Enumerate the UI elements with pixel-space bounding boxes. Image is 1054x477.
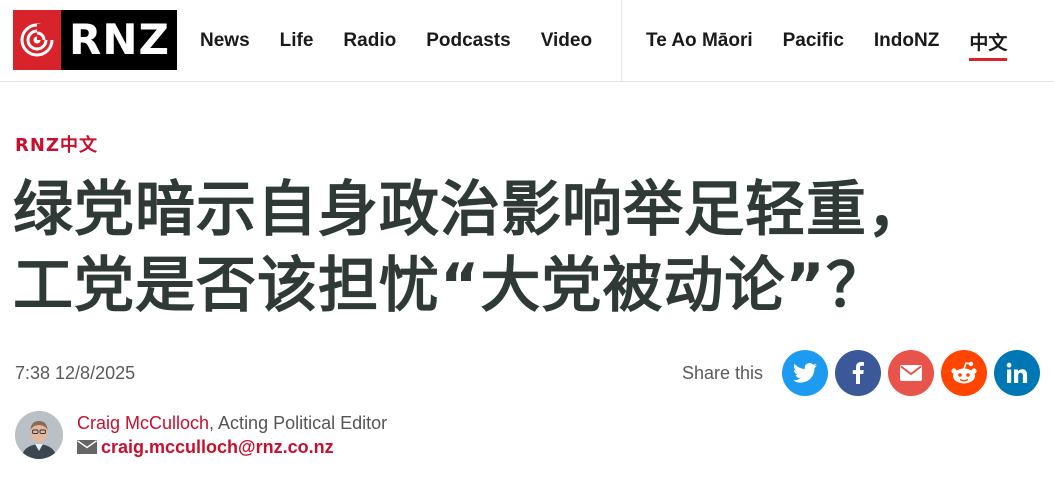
author-info: Craig McCulloch, Acting Political Editor… bbox=[77, 411, 387, 459]
nav-item-radio[interactable]: Radio bbox=[343, 30, 396, 52]
nav-item-podcasts[interactable]: Podcasts bbox=[426, 30, 510, 52]
author-email-link[interactable]: craig.mcculloch@rnz.co.nz bbox=[101, 435, 334, 459]
logo-text: RNZ bbox=[69, 15, 170, 64]
author-role: , Acting Political Editor bbox=[209, 413, 388, 433]
author-avatar bbox=[15, 411, 63, 459]
nav-divider bbox=[621, 0, 622, 82]
share-label: Share this bbox=[681, 362, 763, 383]
article-headline: 绿党暗示自身政治影响举足轻重， 工党是否该担忧“大党被动论”？ bbox=[13, 172, 1033, 324]
nav-item-te-ao-maori[interactable]: Te Ao Māori bbox=[646, 30, 753, 52]
author-email-row: craig.mcculloch@rnz.co.nz bbox=[77, 435, 387, 459]
rnz-logo[interactable]: RNZ bbox=[13, 10, 177, 70]
nav-item-indonz[interactable]: IndoNZ bbox=[874, 30, 939, 52]
share-linkedin-button[interactable] bbox=[994, 350, 1040, 396]
headline-line-2: 工党是否该担忧“大党被动论”？ bbox=[13, 251, 887, 321]
share-bar: Share this bbox=[682, 350, 1040, 396]
nav-item-chinese[interactable]: 中文 bbox=[969, 28, 1008, 61]
reddit-icon bbox=[951, 361, 977, 384]
nav-item-video[interactable]: Video bbox=[541, 30, 592, 52]
nav-item-life[interactable]: Life bbox=[280, 30, 314, 52]
author-byline: Craig McCulloch, Acting Political Editor… bbox=[15, 411, 387, 459]
author-name-link[interactable]: Craig McCulloch bbox=[77, 413, 209, 433]
twitter-icon bbox=[793, 363, 817, 383]
facebook-icon bbox=[852, 362, 864, 384]
rnz-radio-icon bbox=[13, 10, 61, 70]
language-nav: Te Ao Māori Pacific IndoNZ 中文 bbox=[646, 0, 1037, 82]
main-nav: News Life Radio Podcasts Video bbox=[200, 0, 622, 82]
headline-line-1: 绿党暗示自身政治影响举足轻重， bbox=[13, 175, 928, 245]
site-header: RNZ News Life Radio Podcasts Video Te Ao… bbox=[0, 0, 1054, 82]
author-line: Craig McCulloch, Acting Political Editor bbox=[77, 411, 387, 435]
mail-icon bbox=[900, 365, 922, 381]
share-facebook-button[interactable] bbox=[835, 350, 881, 396]
share-email-button[interactable] bbox=[888, 350, 934, 396]
share-twitter-button[interactable] bbox=[782, 350, 828, 396]
linkedin-icon bbox=[1006, 362, 1028, 383]
nav-item-pacific[interactable]: Pacific bbox=[783, 30, 844, 52]
section-label[interactable]: RNZ中文 bbox=[15, 131, 98, 157]
nav-item-news[interactable]: News bbox=[200, 30, 250, 52]
share-reddit-button[interactable] bbox=[941, 350, 987, 396]
article-timestamp: 7:38 12/8/2025 bbox=[15, 363, 136, 383]
envelope-icon bbox=[77, 440, 97, 454]
